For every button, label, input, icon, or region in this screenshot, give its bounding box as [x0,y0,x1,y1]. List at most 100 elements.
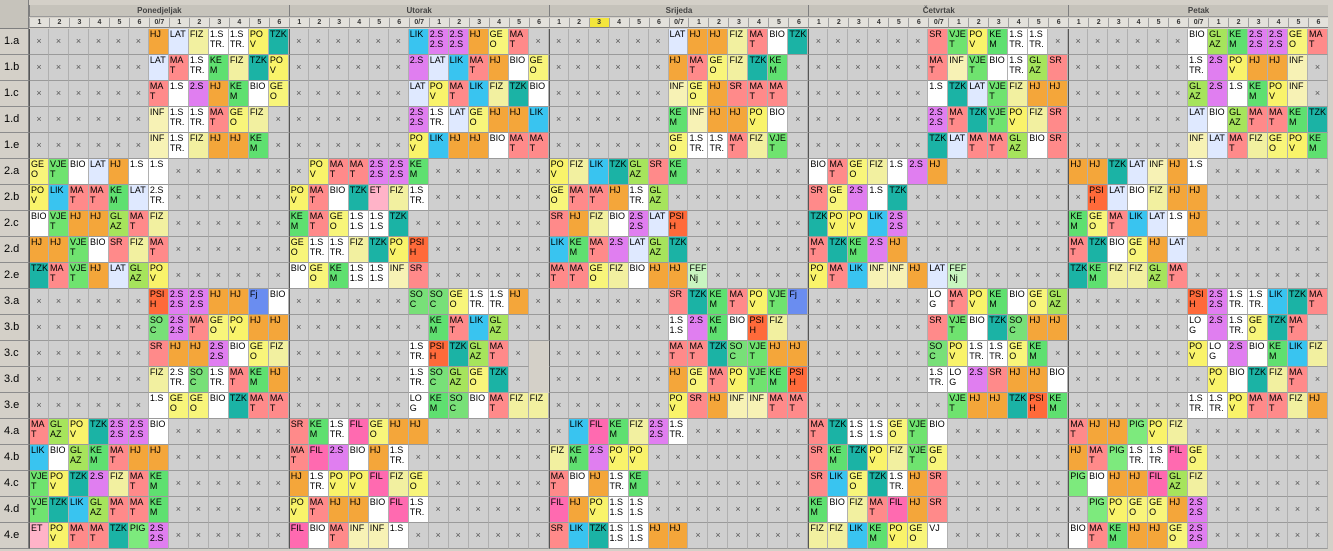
empty-slot[interactable]: × [688,523,709,549]
lesson-slot[interactable]: GEO [908,523,929,549]
empty-slot[interactable]: × [328,29,349,55]
lesson-slot[interactable]: FIZ [1128,263,1149,289]
empty-slot[interactable]: × [648,107,669,133]
lesson-slot[interactable]: FIZ [128,237,149,263]
lesson-slot[interactable]: 1.S TR. [1028,29,1049,55]
empty-slot[interactable]: × [468,445,489,471]
empty-slot[interactable]: × [1068,497,1089,523]
lesson-slot[interactable]: 1.S [868,185,889,211]
empty-slot[interactable]: × [1228,211,1249,237]
lesson-slot[interactable]: LAT [168,29,189,55]
empty-slot[interactable]: × [48,367,69,393]
lesson-slot[interactable]: HJ [508,107,529,133]
empty-slot[interactable]: × [1028,159,1049,185]
period-header[interactable]: 6 [648,18,669,28]
lesson-slot[interactable]: 2.S 2.S [1268,29,1289,55]
lesson-slot[interactable]: GEO [848,159,869,185]
empty-slot[interactable]: × [1128,289,1149,315]
class-label[interactable]: 4.c [0,471,29,497]
lesson-slot[interactable]: KEM [328,263,349,289]
lesson-slot[interactable]: KEM [848,237,869,263]
empty-slot[interactable]: × [628,55,649,81]
empty-slot[interactable]: × [48,55,69,81]
empty-slot[interactable]: × [868,81,889,107]
empty-slot[interactable]: × [868,315,889,341]
empty-slot[interactable]: × [788,315,809,341]
lesson-slot[interactable]: 1.S 1.S [628,497,649,523]
empty-slot[interactable]: × [1208,159,1229,185]
empty-slot[interactable]: × [568,55,589,81]
empty-slot[interactable]: × [48,81,69,107]
lesson-slot[interactable]: SR [808,185,829,211]
empty-slot[interactable]: × [29,341,49,367]
lesson-slot[interactable]: MAT [128,497,149,523]
lesson-slot[interactable]: POV [628,445,649,471]
lesson-slot[interactable]: 1.S TR. [1228,315,1249,341]
lesson-slot[interactable]: POV [668,393,689,419]
lesson-slot[interactable]: ET [368,185,389,211]
empty-slot[interactable]: × [388,341,409,367]
lesson-slot[interactable]: HJ [1108,419,1129,445]
empty-slot[interactable]: × [48,341,69,367]
lesson-slot[interactable]: HJ [68,211,89,237]
empty-slot[interactable]: × [1048,211,1069,237]
period-header[interactable]: 4 [1128,18,1149,28]
empty-slot[interactable]: × [688,497,709,523]
empty-slot[interactable]: × [788,497,809,523]
period-header[interactable]: 4 [1268,18,1289,28]
empty-slot[interactable]: × [388,29,409,55]
lesson-slot[interactable]: HJ [488,55,509,81]
empty-slot[interactable]: × [1268,159,1289,185]
lesson-slot[interactable]: TZK [1108,159,1129,185]
empty-slot[interactable]: × [1088,289,1109,315]
empty-slot[interactable]: × [268,211,289,237]
lesson-slot[interactable]: HJ [228,289,249,315]
lesson-slot[interactable]: SR [928,29,949,55]
lesson-slot[interactable]: HJ [888,237,909,263]
lesson-slot[interactable]: FIZ [1168,419,1189,445]
lesson-slot[interactable]: 1.S TR. [1208,393,1229,419]
lesson-slot[interactable]: BIO [228,341,249,367]
lesson-slot[interactable]: TZK [668,237,689,263]
lesson-slot[interactable]: POV [968,29,989,55]
empty-slot[interactable]: × [1308,263,1328,289]
empty-slot[interactable]: × [868,133,889,159]
lesson-slot[interactable]: Fj [788,289,809,315]
empty-slot[interactable]: × [248,419,269,445]
lesson-slot[interactable]: MAT [1288,367,1308,393]
period-header[interactable]: 5 [1288,18,1308,28]
empty-slot[interactable]: × [948,523,969,549]
empty-slot[interactable]: × [948,211,969,237]
lesson-slot[interactable]: 2.S 2.S [1188,497,1209,523]
empty-slot[interactable]: × [768,497,789,523]
lesson-slot[interactable]: 1.S TR. [608,471,629,497]
lesson-slot[interactable]: HJ [1088,419,1109,445]
lesson-slot[interactable]: VJET [768,133,789,159]
empty-slot[interactable]: × [368,315,389,341]
empty-slot[interactable]: × [748,185,769,211]
empty-slot[interactable]: × [428,497,449,523]
lesson-slot[interactable]: LAT [1148,211,1169,237]
lesson-slot[interactable]: VJET [48,159,69,185]
empty-slot[interactable]: × [1168,55,1189,81]
lesson-slot[interactable]: SR [928,471,949,497]
lesson-slot[interactable]: INF [1288,81,1308,107]
empty-slot[interactable]: × [1168,341,1189,367]
empty-slot[interactable]: × [868,55,889,81]
empty-slot[interactable]: × [1308,55,1328,81]
lesson-slot[interactable]: MAT [168,55,189,81]
empty-slot[interactable]: × [1168,107,1189,133]
lesson-slot[interactable]: VJET [988,81,1009,107]
empty-slot[interactable]: × [29,55,49,81]
lesson-slot[interactable]: LIK [568,523,589,549]
lesson-slot[interactable]: MAT [208,107,229,133]
empty-slot[interactable]: × [1308,159,1328,185]
empty-slot[interactable]: × [228,471,249,497]
lesson-slot[interactable]: FIZ [568,159,589,185]
lesson-slot[interactable]: GEO [168,393,189,419]
lesson-slot[interactable]: ET [29,523,49,549]
lesson-slot[interactable]: HJ [268,315,289,341]
empty-slot[interactable]: × [528,315,549,341]
lesson-slot[interactable]: POV [248,29,269,55]
empty-slot[interactable]: × [368,107,389,133]
